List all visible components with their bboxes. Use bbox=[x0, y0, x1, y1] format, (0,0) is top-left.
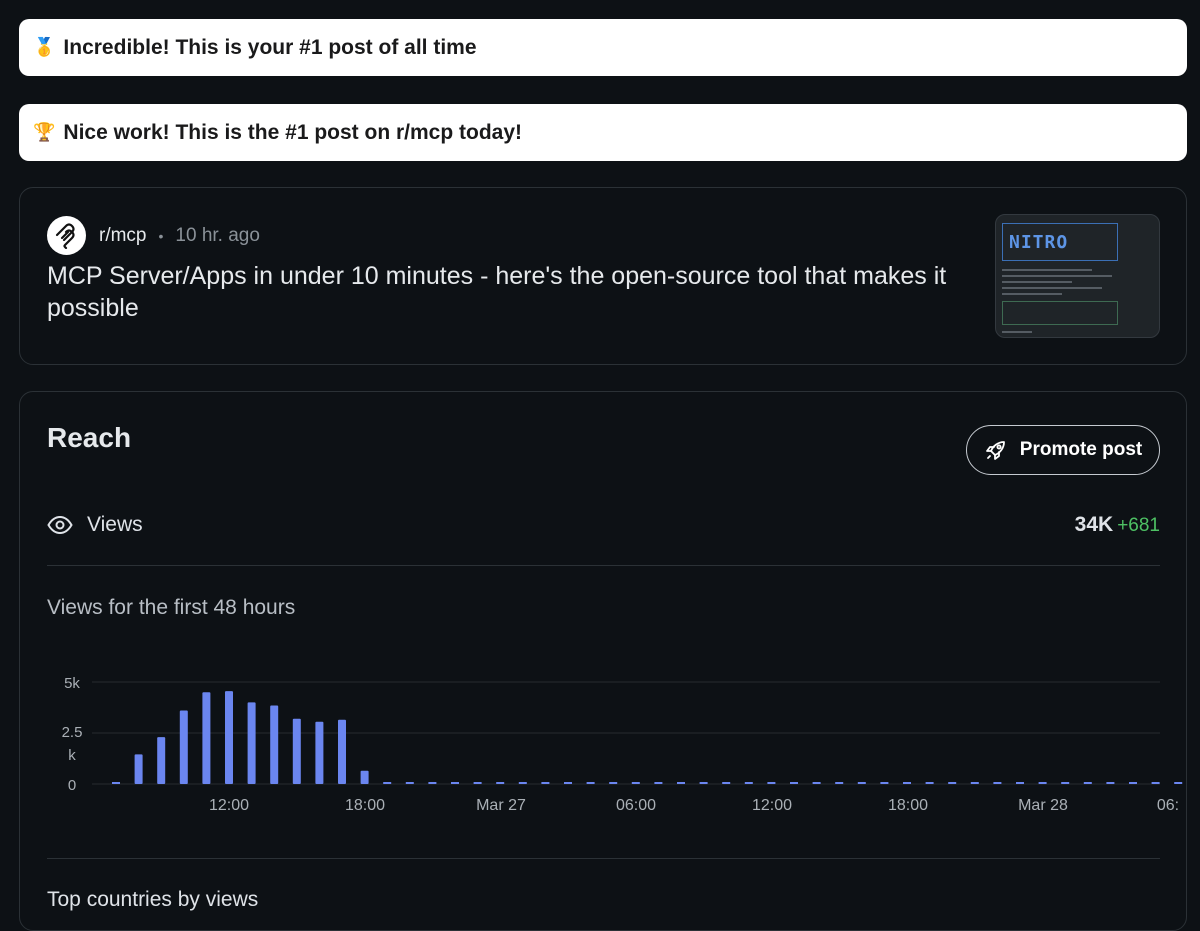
divider bbox=[47, 858, 1160, 859]
chart-bar-zero bbox=[405, 782, 414, 784]
top-countries-title: Top countries by views bbox=[47, 888, 259, 911]
meta-separator: • bbox=[158, 227, 164, 244]
thumbnail-line bbox=[1002, 275, 1112, 277]
post-thumbnail[interactable]: NITRO bbox=[995, 214, 1160, 338]
x-tick-label: 12:00 bbox=[752, 797, 792, 814]
thumbnail-line bbox=[1002, 281, 1072, 283]
post-timestamp: 10 hr. ago bbox=[175, 224, 260, 246]
views-delta: +681 bbox=[1117, 515, 1160, 536]
chart-bar-zero bbox=[112, 782, 120, 784]
chart-bar-zero bbox=[744, 782, 753, 784]
x-tick-label: Mar 28 bbox=[1018, 797, 1068, 814]
achievement-banner-subreddit: 🏆 Nice work! This is the #1 post on r/mc… bbox=[19, 104, 1187, 161]
chart-bar-zero bbox=[1016, 782, 1024, 784]
thumbnail-logo-text: NITRO bbox=[1002, 223, 1118, 261]
chart-bar bbox=[360, 770, 369, 784]
y-tick-label: 0 bbox=[68, 777, 76, 794]
y-tick-label: 5k bbox=[64, 675, 80, 692]
chart-bar-zero bbox=[586, 782, 595, 784]
chart-bar-zero bbox=[496, 782, 505, 784]
chart-bar bbox=[157, 737, 166, 784]
subreddit-name[interactable]: r/mcp bbox=[99, 225, 147, 247]
post-card[interactable]: r/mcp • 10 hr. ago MCP Server/Apps in un… bbox=[19, 187, 1187, 365]
chart-bar-zero bbox=[1083, 782, 1092, 784]
chart-bar-zero bbox=[948, 782, 957, 784]
chart-bar-zero bbox=[722, 782, 731, 784]
chart-bar bbox=[247, 702, 256, 784]
x-tick-label: 18:00 bbox=[345, 797, 385, 814]
chart-bar-zero bbox=[1129, 782, 1137, 784]
chart-bar-zero bbox=[1106, 782, 1115, 784]
chart-bar-zero bbox=[835, 782, 844, 784]
achievement-text: Incredible! This is your #1 post of all … bbox=[63, 35, 477, 59]
views-label: Views bbox=[87, 513, 143, 536]
achievement-text: Nice work! This is the #1 post on r/mcp … bbox=[63, 120, 523, 144]
chart-bar bbox=[270, 705, 279, 784]
chart-bar-zero bbox=[1174, 782, 1183, 784]
promote-post-button[interactable]: Promote post bbox=[966, 425, 1160, 475]
x-tick-label: 06:00 bbox=[616, 797, 656, 814]
chart-bar bbox=[225, 691, 233, 784]
thumbnail-line bbox=[1002, 293, 1062, 295]
chart-bar-zero bbox=[993, 782, 1002, 784]
chart-bar-zero bbox=[1061, 782, 1070, 784]
divider bbox=[47, 565, 1160, 566]
chart-bar bbox=[134, 754, 143, 784]
thumbnail-line bbox=[1002, 331, 1032, 333]
eye-icon bbox=[47, 516, 73, 534]
chart-bar bbox=[338, 719, 346, 784]
y-tick-label: k bbox=[68, 747, 76, 764]
chart-bar-zero bbox=[451, 782, 459, 784]
chart-bar bbox=[179, 710, 188, 784]
chart-bar-zero bbox=[1038, 782, 1047, 784]
rocket-icon bbox=[985, 441, 1005, 460]
reach-title: Reach bbox=[47, 422, 132, 453]
chart-bar bbox=[292, 718, 301, 784]
chart-bar-zero bbox=[564, 782, 572, 784]
chart-bar-zero bbox=[812, 782, 821, 784]
chart-bar-zero bbox=[857, 782, 866, 784]
thumbnail-terminal-box bbox=[1002, 301, 1118, 325]
post-meta: r/mcp • 10 hr. ago bbox=[47, 216, 260, 255]
chart-subtitle: Views for the first 48 hours bbox=[47, 596, 296, 619]
views-row: Views 34K +681 bbox=[47, 510, 1160, 540]
chart-bar bbox=[315, 721, 324, 784]
chart-bar-zero bbox=[428, 782, 437, 784]
chart-bar-zero bbox=[654, 782, 663, 784]
x-tick-label: 06: bbox=[1157, 797, 1179, 814]
post-title[interactable]: MCP Server/Apps in under 10 minutes - he… bbox=[47, 260, 947, 324]
chart-bar-zero bbox=[767, 782, 776, 784]
x-tick-label: 18:00 bbox=[888, 797, 928, 814]
chart-bar-zero bbox=[518, 782, 527, 784]
views-value: 34K +681 bbox=[1075, 513, 1160, 537]
chart-bar-zero bbox=[473, 782, 482, 784]
medal-icon: 🥇 bbox=[33, 37, 56, 57]
chart-bar bbox=[202, 692, 211, 784]
chart-bar-zero bbox=[970, 782, 979, 784]
thumbnail-line bbox=[1002, 269, 1092, 271]
subreddit-avatar[interactable] bbox=[47, 216, 86, 255]
trophy-icon: 🏆 bbox=[33, 122, 56, 142]
chart-bar-zero bbox=[383, 782, 392, 784]
chart-bar-zero bbox=[609, 782, 618, 784]
chart-bar-zero bbox=[925, 782, 934, 784]
y-tick-label: 2.5 bbox=[62, 724, 83, 741]
views-bar-chart: 5k 2.5 k 0 12:00 18:00 Mar 27 06:00 12:00 18:00 Ma… bbox=[62, 675, 1183, 814]
mcp-logo-icon bbox=[55, 222, 75, 249]
x-tick-label: Mar 27 bbox=[476, 797, 526, 814]
chart-bar-zero bbox=[790, 782, 798, 784]
achievement-banner-all-time: 🥇 Incredible! This is your #1 post of al… bbox=[19, 19, 1187, 76]
chart-bar-zero bbox=[541, 782, 550, 784]
chart-bar-zero bbox=[699, 782, 708, 784]
chart-bar-zero bbox=[880, 782, 889, 784]
views-count: 34K bbox=[1074, 513, 1114, 536]
promote-post-label: Promote post bbox=[1019, 439, 1143, 460]
thumbnail-line bbox=[1002, 287, 1102, 289]
chart-bar-zero bbox=[1151, 782, 1160, 784]
chart-bar-zero bbox=[903, 782, 911, 784]
reach-card: Reach Promote post Views 34K +681 Views f… bbox=[19, 391, 1187, 931]
x-tick-label: 12:00 bbox=[209, 797, 249, 814]
chart-bar-zero bbox=[631, 782, 640, 784]
chart-bar-zero bbox=[677, 782, 685, 784]
